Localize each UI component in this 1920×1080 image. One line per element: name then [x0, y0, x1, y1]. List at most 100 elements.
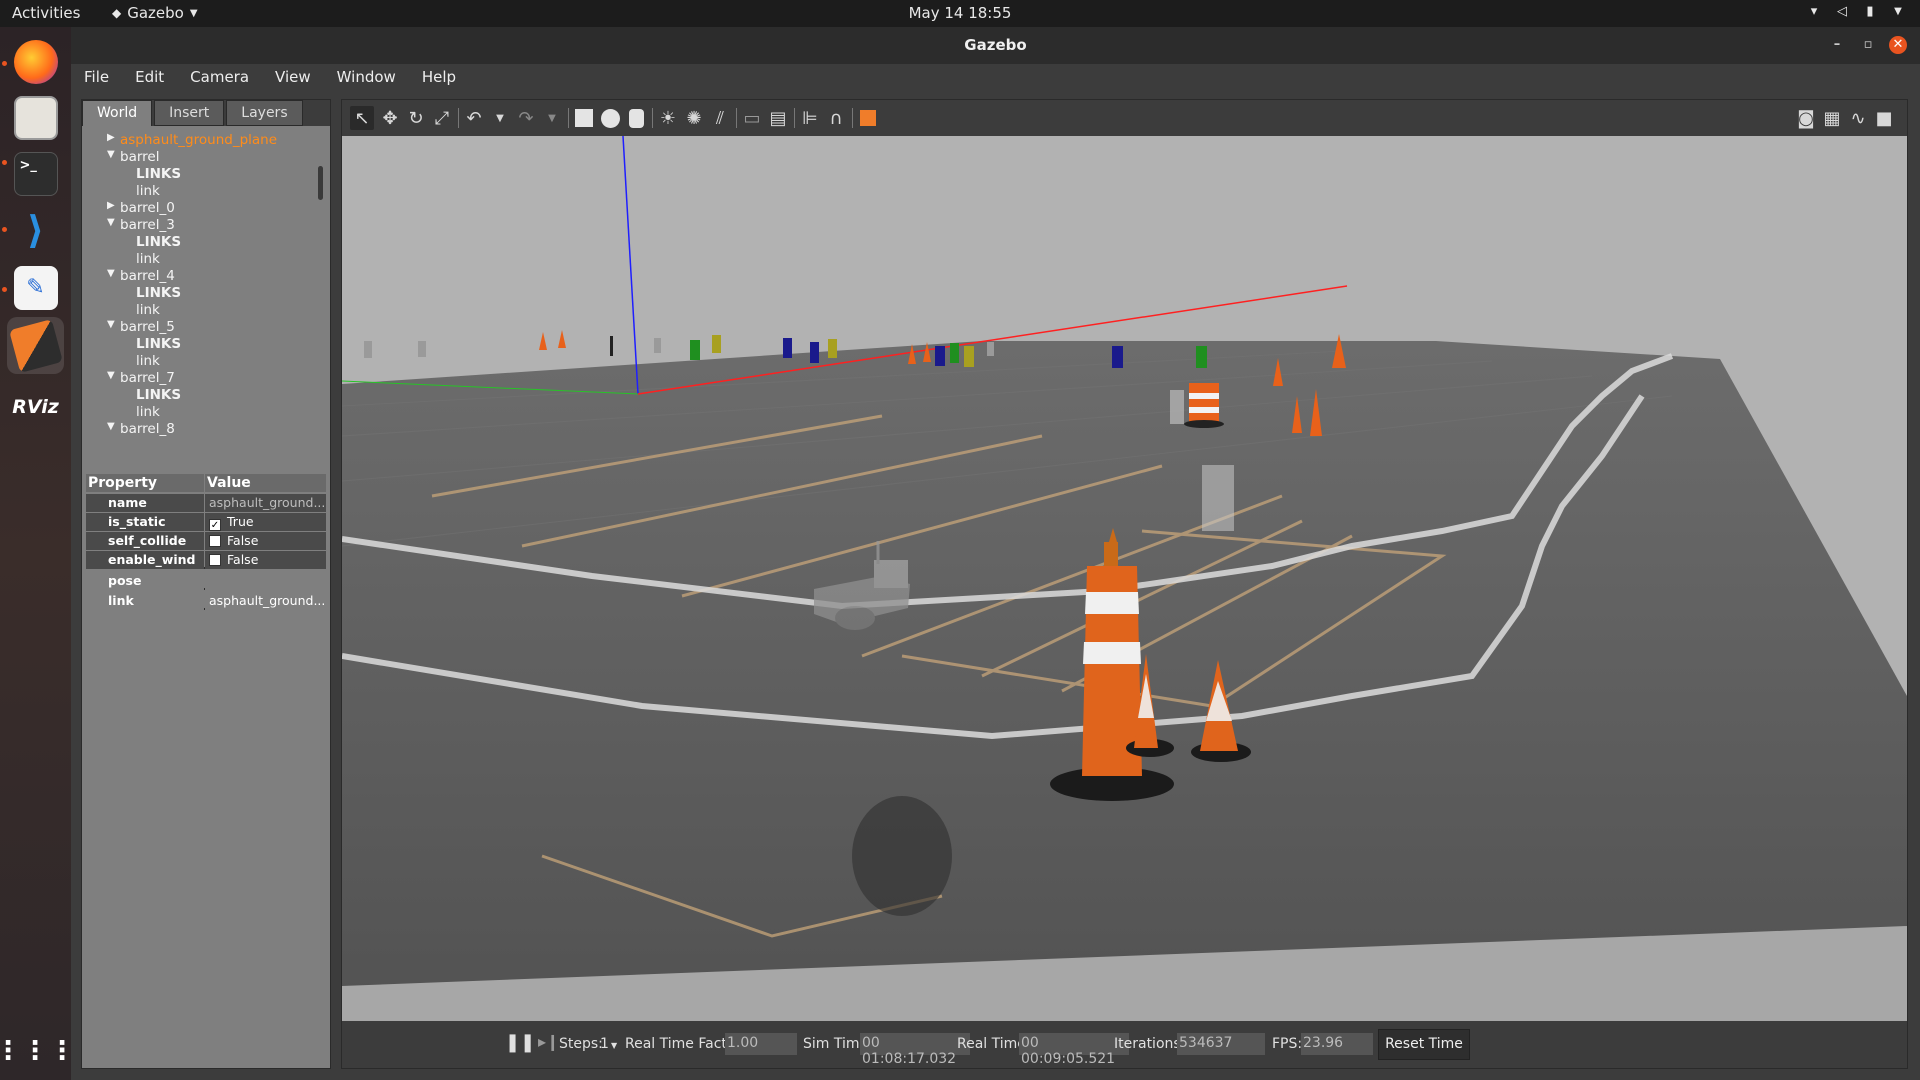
- tree-child-item[interactable]: LINKS: [136, 336, 181, 353]
- tree-child-item[interactable]: LINKS: [136, 387, 181, 404]
- cylinder-shape-icon[interactable]: [624, 106, 648, 130]
- spot-light-icon[interactable]: ✺: [682, 106, 706, 130]
- screenshot-icon[interactable]: ◙: [1794, 106, 1818, 130]
- tree-scrollbar[interactable]: [318, 166, 323, 200]
- system-tray[interactable]: ▾ ◁ ▮ ▼: [1806, 4, 1906, 20]
- collapse-arrow-icon[interactable]: ▼: [107, 149, 115, 160]
- dock-gazebo[interactable]: [7, 317, 64, 374]
- property-row-name[interactable]: name asphault_ground...: [86, 494, 326, 512]
- dock-rviz[interactable]: RViz: [7, 378, 64, 435]
- tree-child-item[interactable]: LINKS: [136, 285, 181, 302]
- tab-world[interactable]: World: [82, 100, 153, 126]
- window-titlebar[interactable]: Gazebo – ▫ ✕: [71, 27, 1920, 64]
- blur-shadow: [852, 796, 952, 916]
- property-row-enable-wind[interactable]: enable_wind False: [86, 551, 326, 569]
- tree-item-label: barrel_7: [120, 370, 175, 386]
- property-value[interactable]: asphault_ground...: [205, 494, 326, 512]
- tab-insert[interactable]: Insert: [154, 100, 225, 126]
- align-icon[interactable]: ⊫: [798, 106, 822, 130]
- box-shape-icon[interactable]: [572, 106, 596, 130]
- snap-icon[interactable]: ∩: [824, 106, 848, 130]
- change-view-angle-icon[interactable]: [856, 106, 880, 130]
- expand-arrow-icon[interactable]: ▶: [107, 200, 115, 211]
- steps-value[interactable]: 1: [600, 1036, 609, 1052]
- menu-edit[interactable]: Edit: [122, 64, 177, 91]
- scale-mode-icon[interactable]: ⤢: [430, 106, 454, 130]
- chevron-down-icon: ▼: [1894, 6, 1902, 17]
- tab-layers[interactable]: Layers: [226, 100, 303, 126]
- menu-window[interactable]: Window: [324, 64, 409, 91]
- translate-mode-icon[interactable]: ✥: [378, 106, 402, 130]
- expand-arrow-icon[interactable]: ▶: [107, 132, 115, 143]
- dock-firefox[interactable]: [7, 33, 64, 90]
- dock-text-editor[interactable]: ✎: [7, 259, 64, 316]
- collapse-arrow-icon[interactable]: ▼: [107, 421, 115, 432]
- property-row-pose[interactable]: ▶ pose: [86, 572, 326, 590]
- dock-files[interactable]: [7, 89, 64, 146]
- menu-view[interactable]: View: [262, 64, 324, 91]
- undo-icon[interactable]: ↶: [462, 106, 486, 130]
- dock-vscode[interactable]: ⟩: [7, 201, 64, 258]
- paste-icon[interactable]: ▤: [766, 106, 790, 130]
- tree-child-item[interactable]: link: [136, 183, 160, 200]
- tree-child-item[interactable]: LINKS: [136, 234, 181, 251]
- tree-model-item[interactable]: ▼ barrel: [107, 149, 159, 166]
- iterations-field: 534637: [1177, 1033, 1265, 1055]
- tree-child-item[interactable]: link: [136, 404, 160, 421]
- dock-app-grid[interactable]: ⋮⋮⋮: [0, 1022, 75, 1079]
- world-tree[interactable]: ▶ asphault_ground_plane ▼ barrel LINKS link ▶ b…: [82, 126, 330, 451]
- copy-icon[interactable]: ▭: [740, 106, 764, 130]
- sphere-shape-icon[interactable]: [598, 106, 622, 130]
- tree-child-item[interactable]: link: [136, 302, 160, 319]
- property-row-self-collide[interactable]: self_collide False: [86, 532, 326, 550]
- steps-dropdown-icon[interactable]: ▼: [611, 1041, 617, 1050]
- value-column-header: Value: [205, 474, 326, 492]
- tree-item-label: LINKS: [136, 387, 182, 403]
- collapse-arrow-icon[interactable]: ▼: [107, 319, 115, 330]
- left-panel: World Insert Layers ▶ asphault_ground_pla…: [81, 99, 331, 1069]
- tree-model-item[interactable]: ▼ barrel_8: [107, 421, 175, 438]
- tree-model-item[interactable]: ▼ barrel_7: [107, 370, 175, 387]
- close-button[interactable]: ✕: [1889, 36, 1907, 54]
- tree-model-item[interactable]: ▼ barrel_3: [107, 217, 175, 234]
- reset-time-button[interactable]: Reset Time: [1378, 1029, 1470, 1060]
- tree-model-item[interactable]: ▶ barrel_0: [107, 200, 175, 217]
- vscode-icon: ⟩: [26, 207, 45, 252]
- plot-icon[interactable]: ∿: [1846, 106, 1870, 130]
- redo-dropdown-icon[interactable]: ▼: [540, 106, 564, 130]
- collapse-arrow-icon[interactable]: ▼: [107, 268, 115, 279]
- minimize-button[interactable]: –: [1828, 36, 1846, 54]
- self-collide-checkbox[interactable]: [209, 535, 221, 547]
- tree-model-item[interactable]: ▼ barrel_4: [107, 268, 175, 285]
- tree-child-item[interactable]: LINKS: [136, 166, 181, 183]
- is-static-checkbox[interactable]: ✓: [209, 519, 221, 531]
- clock[interactable]: May 14 18:55: [0, 4, 1920, 22]
- point-light-icon[interactable]: ☀: [656, 106, 680, 130]
- collapse-arrow-icon[interactable]: ▼: [107, 370, 115, 381]
- undo-dropdown-icon[interactable]: ▼: [488, 106, 512, 130]
- enable-wind-checkbox[interactable]: [209, 554, 221, 566]
- tree-child-item[interactable]: link: [136, 353, 160, 370]
- rotate-mode-icon[interactable]: ↻: [404, 106, 428, 130]
- step-icon[interactable]: ▸❙: [538, 1032, 559, 1051]
- menu-file[interactable]: File: [71, 64, 122, 91]
- tree-model-item[interactable]: ▼ barrel_5: [107, 319, 175, 336]
- collapse-arrow-icon[interactable]: ▼: [107, 217, 115, 228]
- property-row-is-static[interactable]: is_static ✓ True: [86, 513, 326, 531]
- menu-camera[interactable]: Camera: [177, 64, 262, 91]
- property-row-link[interactable]: ▶ link asphault_ground...: [86, 592, 326, 610]
- video-record-icon[interactable]: ■: [1872, 106, 1896, 130]
- log-icon[interactable]: ▦: [1820, 106, 1844, 130]
- dock-terminal[interactable]: >_: [7, 145, 64, 202]
- redo-icon[interactable]: ↷: [514, 106, 538, 130]
- menu-help[interactable]: Help: [409, 64, 469, 91]
- tree-item-label: link: [136, 404, 160, 420]
- tree-child-item[interactable]: link: [136, 251, 160, 268]
- tree-item-label: LINKS: [136, 234, 182, 250]
- select-mode-icon[interactable]: ↖: [350, 106, 374, 130]
- maximize-button[interactable]: ▫: [1859, 36, 1877, 54]
- tree-model-item[interactable]: ▶ asphault_ground_plane: [107, 132, 277, 149]
- 3d-viewport[interactable]: [342, 136, 1907, 1021]
- directional-light-icon[interactable]: ⫽: [708, 106, 732, 130]
- pause-icon[interactable]: ❚❚: [505, 1032, 535, 1053]
